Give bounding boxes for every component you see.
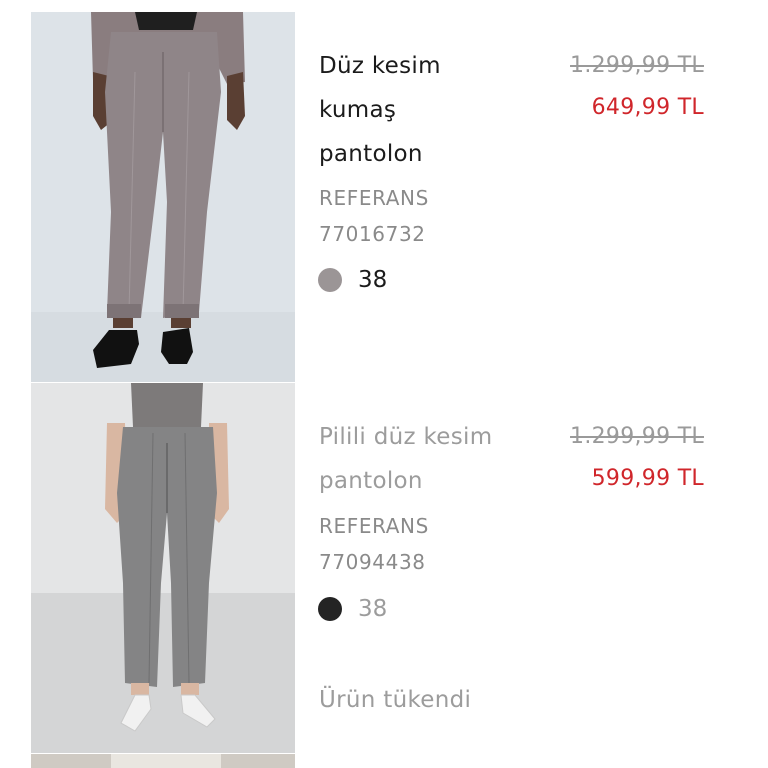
out-of-stock-label: Ürün tükendi (319, 687, 472, 713)
color-swatch[interactable] (318, 268, 342, 292)
product-photo-partial (31, 754, 295, 768)
size-selector[interactable]: 38 (318, 594, 387, 624)
original-price: 1.299,99 TL (570, 53, 704, 78)
product-card[interactable] (0, 754, 768, 768)
product-name-line: Düz kesim (319, 53, 441, 79)
product-image[interactable] (31, 12, 295, 382)
product-name-line: Pilili düz kesim (319, 424, 493, 450)
reference-label: REFERANS (319, 186, 429, 210)
reference-info: REFERANS 77016732 (319, 180, 429, 252)
product-list: Düz kesim kumaş pantolon 1.299,99 TL 649… (0, 0, 768, 768)
product-name-line: pantolon (319, 141, 423, 167)
sale-price: 649,99 TL (591, 95, 704, 120)
reference-info: REFERANS 77094438 (319, 508, 429, 580)
size-selector[interactable]: 38 (318, 265, 387, 295)
product-card[interactable]: Düz kesim kumaş pantolon 1.299,99 TL 649… (0, 0, 768, 382)
reference-number: 77094438 (319, 550, 426, 574)
product-photo-trousers (31, 383, 295, 753)
product-name[interactable]: Düz kesim kumaş pantolon (319, 44, 529, 176)
product-name[interactable]: Pilili düz kesim pantolon (319, 415, 529, 503)
product-name-line: pantolon (319, 468, 423, 494)
reference-number: 77016732 (319, 222, 426, 246)
product-name-line: kumaş (319, 97, 397, 123)
product-image[interactable] (31, 754, 295, 768)
size-label[interactable]: 38 (358, 265, 387, 295)
size-label[interactable]: 38 (358, 594, 387, 624)
original-price: 1.299,99 TL (570, 424, 704, 449)
reference-label: REFERANS (319, 514, 429, 538)
product-photo-trousers (31, 12, 295, 382)
product-image[interactable] (31, 383, 295, 753)
color-swatch[interactable] (318, 597, 342, 621)
product-card[interactable]: Pilili düz kesim pantolon 1.299,99 TL 59… (0, 383, 768, 753)
sale-price: 599,99 TL (591, 466, 704, 491)
